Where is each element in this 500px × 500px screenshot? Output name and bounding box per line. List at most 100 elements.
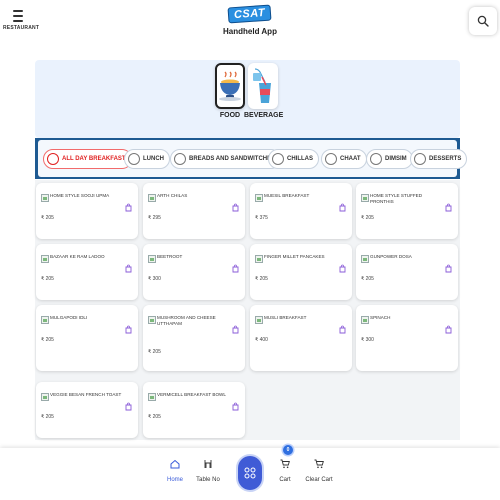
product-card[interactable]: BAZAAR KE RAM LADOO ₹ 205 bbox=[36, 244, 138, 300]
product-price: ₹ 300 bbox=[148, 276, 161, 282]
category-food-label: FOOD bbox=[219, 112, 241, 119]
add-to-bag-icon[interactable] bbox=[339, 203, 346, 212]
product-grid: HOME STYLE SOOJI UPMA ₹ 205 ARTH CHILAS … bbox=[35, 180, 460, 440]
chip-icon bbox=[47, 153, 59, 165]
product-price: ₹ 205 bbox=[41, 414, 54, 420]
menu-button[interactable]: RESTAURANT bbox=[3, 6, 40, 38]
product-card[interactable]: ARTH CHILAS ₹ 295 bbox=[143, 183, 245, 239]
product-image bbox=[41, 393, 49, 401]
chip-lunch[interactable]: LUNCH bbox=[124, 149, 170, 169]
subcategory-bar: ALL DAY BREAKFAST LUNCH BREADS AND SANDW… bbox=[35, 138, 468, 179]
product-image bbox=[41, 194, 49, 202]
hamburger-icon bbox=[13, 10, 23, 22]
add-to-bag-icon[interactable] bbox=[232, 402, 239, 411]
search-button[interactable] bbox=[469, 7, 497, 35]
add-to-bag-icon[interactable] bbox=[445, 325, 452, 334]
add-to-bag-icon[interactable] bbox=[232, 203, 239, 212]
product-card[interactable]: HOME STYLE STUFFED PRONTHIS ₹ 205 bbox=[356, 183, 458, 239]
chip-icon bbox=[174, 153, 186, 165]
product-card[interactable]: SPINACH ₹ 300 bbox=[356, 305, 458, 371]
chip-breads-and-sandwitches[interactable]: BREADS AND SANDWITCHES bbox=[170, 149, 282, 169]
product-image bbox=[148, 393, 156, 401]
chip-icon bbox=[414, 153, 426, 165]
nav-table-no[interactable]: Table No bbox=[188, 456, 228, 483]
chip-chaat[interactable]: CHAAT bbox=[321, 149, 367, 169]
clear-cart-icon bbox=[314, 459, 324, 469]
add-to-bag-icon[interactable] bbox=[445, 203, 452, 212]
app-logo: CSAT bbox=[225, 4, 275, 24]
food-bowl-icon bbox=[215, 63, 245, 109]
chip-label: DIMSIM bbox=[385, 156, 407, 162]
product-image bbox=[361, 255, 369, 263]
product-card[interactable]: MULGAPODI IDLI ₹ 205 bbox=[36, 305, 138, 371]
product-image bbox=[148, 194, 156, 202]
add-to-bag-icon[interactable] bbox=[125, 203, 132, 212]
category-beverage[interactable]: BEVERAGE bbox=[244, 63, 283, 119]
product-card[interactable]: VEGGIE BESAN FRENCH TOAST ₹ 205 bbox=[36, 382, 138, 438]
product-name: VERMICELL BREAKFAST BOWL bbox=[157, 392, 226, 397]
product-name: MULGAPODI IDLI bbox=[50, 315, 88, 320]
chip-label: BREADS AND SANDWITCHES bbox=[189, 156, 276, 162]
chip-desserts[interactable]: DESSERTS bbox=[410, 149, 468, 169]
menu-label: RESTAURANT bbox=[3, 25, 40, 31]
product-price: ₹ 295 bbox=[148, 215, 161, 221]
product-card[interactable]: MUSLI BREAKFAST ₹ 400 bbox=[250, 305, 352, 371]
chip-dimsim[interactable]: DIMSIM bbox=[366, 149, 413, 169]
product-card[interactable]: GUNPOWER DOSA ₹ 205 bbox=[356, 244, 458, 300]
chip-icon bbox=[272, 153, 284, 165]
nav-clear-label: Clear Cart bbox=[305, 477, 333, 483]
nav-clear-cart[interactable]: Clear Cart bbox=[299, 456, 339, 483]
chip-icon bbox=[128, 153, 140, 165]
grid-icon bbox=[244, 467, 256, 479]
chip-chillas[interactable]: CHILLAS bbox=[268, 149, 319, 169]
product-price: ₹ 205 bbox=[41, 215, 54, 221]
add-to-bag-icon[interactable] bbox=[445, 264, 452, 273]
product-name: HOME STYLE SOOJI UPMA bbox=[50, 193, 110, 198]
add-to-bag-icon[interactable] bbox=[125, 325, 132, 334]
product-name: HOME STYLE STUFFED PRONTHIS bbox=[370, 193, 423, 204]
add-to-bag-icon[interactable] bbox=[232, 325, 239, 334]
add-to-bag-icon[interactable] bbox=[339, 325, 346, 334]
product-card[interactable]: BEETROOT ₹ 300 bbox=[143, 244, 245, 300]
beverage-icon bbox=[248, 63, 278, 109]
add-to-bag-icon[interactable] bbox=[125, 402, 132, 411]
product-image bbox=[361, 194, 369, 202]
product-card[interactable]: HOME STYLE SOOJI UPMA ₹ 205 bbox=[36, 183, 138, 239]
product-name: MUSHROOM AND CHEESE UTTHAPAM bbox=[157, 315, 216, 326]
app-title: Handheld App bbox=[223, 27, 277, 36]
product-image bbox=[255, 255, 263, 263]
product-card[interactable]: VERMICELL BREAKFAST BOWL ₹ 205 bbox=[143, 382, 245, 438]
category-beverage-label: BEVERAGE bbox=[244, 112, 284, 119]
add-to-bag-icon[interactable] bbox=[125, 264, 132, 273]
add-to-bag-icon[interactable] bbox=[339, 264, 346, 273]
add-to-bag-icon[interactable] bbox=[232, 264, 239, 273]
product-price: ₹ 205 bbox=[361, 215, 374, 221]
product-card[interactable]: MUESIL BREAKFAST ₹ 375 bbox=[250, 183, 352, 239]
product-card[interactable]: MUSHROOM AND CHEESE UTTHAPAM ₹ 205 bbox=[143, 305, 245, 371]
product-name: BAZAAR KE RAM LADOO bbox=[50, 254, 105, 259]
product-image bbox=[148, 255, 156, 263]
product-price: ₹ 300 bbox=[361, 337, 374, 343]
product-price: ₹ 205 bbox=[255, 276, 268, 282]
home-icon bbox=[170, 459, 180, 469]
product-image bbox=[361, 316, 369, 324]
nav-table-label: Table No bbox=[196, 477, 220, 483]
menu-grid-button[interactable] bbox=[238, 456, 262, 490]
chip-icon bbox=[325, 153, 337, 165]
subcategory-list: ALL DAY BREAKFAST LUNCH BREADS AND SANDW… bbox=[38, 140, 468, 177]
category-food[interactable]: FOOD bbox=[215, 63, 245, 119]
product-card[interactable]: FINGER MILLET PANCAKES ₹ 205 bbox=[250, 244, 352, 300]
product-name: BEETROOT bbox=[157, 254, 183, 259]
product-image bbox=[148, 316, 156, 324]
category-panel: FOOD BEVERAGE bbox=[35, 60, 460, 138]
product-name: MUSLI BREAKFAST bbox=[264, 315, 307, 320]
chip-all-day-breakfast[interactable]: ALL DAY BREAKFAST bbox=[43, 149, 132, 169]
chip-icon bbox=[370, 153, 382, 165]
product-image bbox=[255, 194, 263, 202]
product-image bbox=[41, 255, 49, 263]
product-name: FINGER MILLET PANCAKES bbox=[264, 254, 325, 259]
bottom-nav: Home Table No Cart Clear Cart bbox=[0, 448, 500, 500]
product-name: ARTH CHILAS bbox=[157, 193, 188, 198]
product-price: ₹ 205 bbox=[41, 337, 54, 343]
product-image bbox=[41, 316, 49, 324]
